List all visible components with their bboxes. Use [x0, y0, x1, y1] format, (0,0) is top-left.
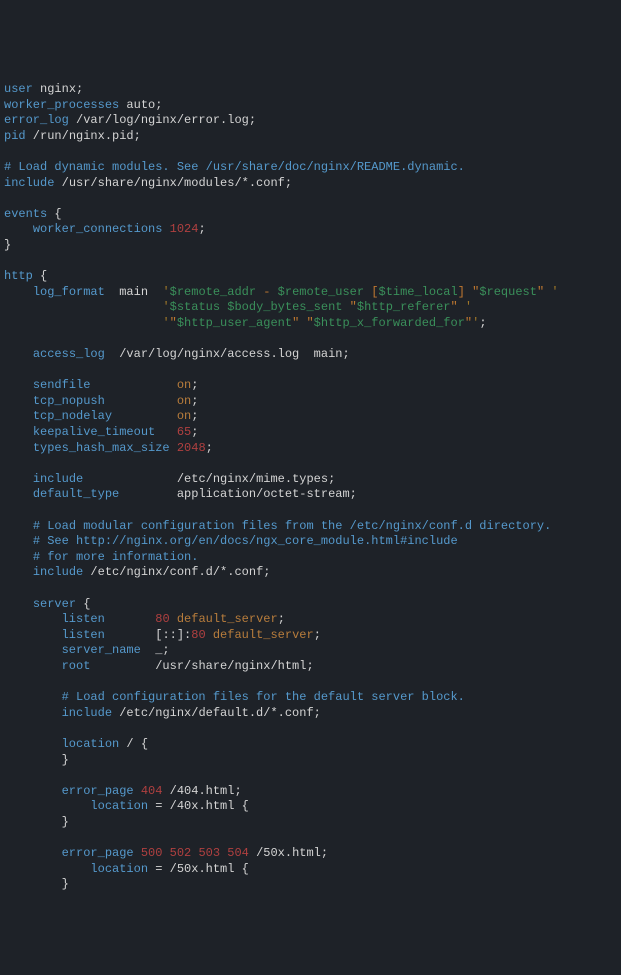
nginx-config-code: user nginx; worker_processes auto; error… — [0, 78, 621, 897]
